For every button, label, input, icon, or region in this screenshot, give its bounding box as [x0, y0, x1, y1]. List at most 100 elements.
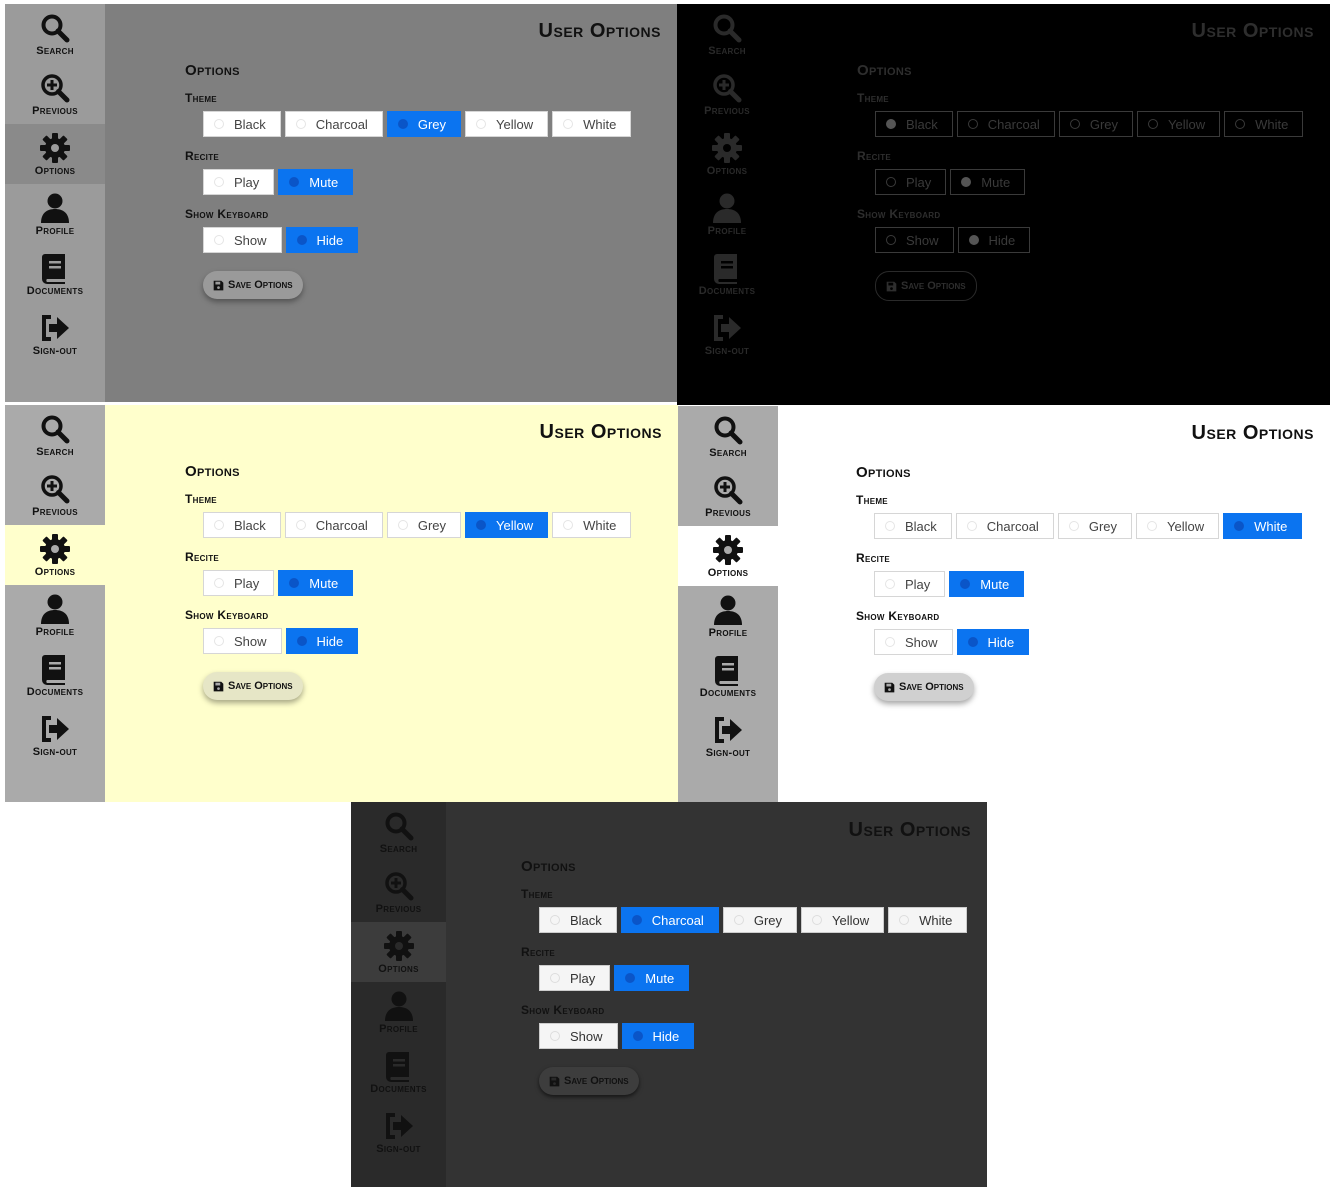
radio-indicator: [625, 973, 636, 983]
option-label: Grey: [753, 912, 782, 928]
option-label: Play: [234, 575, 260, 591]
sidebar-item-label: Sign-out: [376, 1142, 421, 1155]
theme-option-white[interactable]: White: [552, 512, 632, 538]
radio-indicator: [550, 915, 560, 925]
theme-option-black[interactable]: Black: [203, 111, 281, 137]
sidebar-item-documents[interactable]: Documents: [5, 244, 105, 304]
sidebar-item-search[interactable]: Search: [351, 802, 446, 862]
save-options-button[interactable]: Save Options: [874, 673, 974, 701]
panel-grey-theme: Search Previous Options Profile Documents Sig…: [5, 4, 677, 402]
sidebar-item-profile[interactable]: Profile: [351, 982, 446, 1042]
sidebar-item-previous[interactable]: Previous: [351, 862, 446, 922]
sidebar-item-previous[interactable]: Previous: [678, 466, 778, 526]
sidebar: Search Previous Options Profile Documents Sig…: [5, 405, 105, 802]
sidebar-item-documents[interactable]: Documents: [678, 646, 778, 706]
recite-option-play[interactable]: Play: [875, 169, 947, 195]
keyboard-option-show[interactable]: Show: [539, 1023, 618, 1049]
radio-indicator: [632, 1031, 643, 1041]
option-label: Hide: [988, 232, 1016, 248]
keyboard-option-hide[interactable]: Hide: [957, 227, 1031, 253]
sidebar-item-documents[interactable]: Documents: [351, 1042, 446, 1102]
theme-option-white[interactable]: White: [888, 907, 968, 933]
sidebar-item-sign-out[interactable]: Sign-out: [678, 706, 778, 766]
recite-option-mute[interactable]: Mute: [950, 169, 1026, 195]
sidebar-item-options[interactable]: Options: [351, 922, 446, 982]
save-options-button[interactable]: Save Options: [203, 271, 303, 299]
save-options-button[interactable]: Save Options: [539, 1067, 639, 1095]
sidebar-item-options[interactable]: Options: [5, 124, 105, 184]
keyboard-option-show[interactable]: Show: [203, 628, 282, 654]
theme-option-charcoal[interactable]: Charcoal: [284, 111, 383, 137]
radio-indicator: [1234, 521, 1245, 531]
sidebar-item-options[interactable]: Options: [677, 124, 777, 184]
sidebar-item-search[interactable]: Search: [678, 406, 778, 466]
sidebar-item-profile[interactable]: Profile: [5, 184, 105, 244]
recite-option-play[interactable]: Play: [203, 169, 275, 195]
sidebar-item-previous[interactable]: Previous: [5, 64, 105, 124]
theme-label: Theme: [856, 493, 888, 507]
recite-option-play[interactable]: Play: [874, 571, 946, 597]
theme-option-grey[interactable]: Grey: [722, 907, 797, 933]
book-icon: [711, 252, 743, 284]
theme-option-charcoal[interactable]: Charcoal: [284, 512, 383, 538]
save-options-label: Save Options: [901, 280, 966, 292]
theme-option-grey[interactable]: Grey: [1058, 111, 1133, 137]
recite-option-mute[interactable]: Mute: [278, 570, 354, 596]
recite-option-mute[interactable]: Mute: [278, 169, 354, 195]
sidebar-item-documents[interactable]: Documents: [677, 244, 777, 304]
sidebar-item-search[interactable]: Search: [677, 4, 777, 64]
keyboard-option-show[interactable]: Show: [875, 227, 954, 253]
theme-option-yellow[interactable]: Yellow: [801, 907, 885, 933]
sidebar-item-options[interactable]: Options: [678, 526, 778, 586]
recite-option-mute[interactable]: Mute: [614, 965, 690, 991]
theme-option-yellow[interactable]: Yellow: [1136, 513, 1220, 539]
theme-option-black[interactable]: Black: [203, 512, 281, 538]
recite-option-mute[interactable]: Mute: [949, 571, 1025, 597]
keyboard-option-hide[interactable]: Hide: [285, 227, 359, 253]
option-label: Yellow: [496, 517, 534, 533]
theme-option-charcoal[interactable]: Charcoal: [955, 513, 1054, 539]
sidebar-item-profile[interactable]: Profile: [5, 585, 105, 645]
save-options-label: Save Options: [899, 681, 964, 693]
sidebar-item-sign-out[interactable]: Sign-out: [5, 304, 105, 364]
keyboard-option-show[interactable]: Show: [874, 629, 953, 655]
keyboard-option-show[interactable]: Show: [203, 227, 282, 253]
theme-option-charcoal[interactable]: Charcoal: [620, 907, 719, 933]
sidebar-item-previous[interactable]: Previous: [5, 465, 105, 525]
sidebar-item-sign-out[interactable]: Sign-out: [677, 304, 777, 364]
keyboard-option-hide[interactable]: Hide: [285, 628, 359, 654]
keyboard-option-hide[interactable]: Hide: [621, 1023, 695, 1049]
save-options-button[interactable]: Save Options: [203, 672, 303, 700]
sidebar-item-documents[interactable]: Documents: [5, 645, 105, 705]
sidebar-item-profile[interactable]: Profile: [678, 586, 778, 646]
recite-option-play[interactable]: Play: [203, 570, 275, 596]
radio-indicator: [397, 119, 408, 129]
recite-option-play[interactable]: Play: [539, 965, 611, 991]
keyboard-option-hide[interactable]: Hide: [956, 629, 1030, 655]
theme-option-charcoal[interactable]: Charcoal: [956, 111, 1055, 137]
theme-option-black[interactable]: Black: [875, 111, 953, 137]
sidebar-item-sign-out[interactable]: Sign-out: [5, 705, 105, 765]
theme-option-grey[interactable]: Grey: [386, 111, 461, 137]
theme-option-white[interactable]: White: [552, 111, 632, 137]
sidebar-item-search[interactable]: Search: [5, 4, 105, 64]
theme-option-grey[interactable]: Grey: [386, 512, 461, 538]
theme-option-black[interactable]: Black: [539, 907, 617, 933]
sidebar-item-options[interactable]: Options: [5, 525, 105, 585]
theme-option-yellow[interactable]: Yellow: [1137, 111, 1221, 137]
save-options-button[interactable]: Save Options: [875, 271, 977, 301]
sidebar-item-previous[interactable]: Previous: [677, 64, 777, 124]
radio-indicator: [214, 636, 224, 646]
radio-indicator: [214, 235, 224, 245]
theme-option-black[interactable]: Black: [874, 513, 952, 539]
option-label: Mute: [981, 174, 1011, 190]
sidebar-item-sign-out[interactable]: Sign-out: [351, 1102, 446, 1162]
sidebar-item-search[interactable]: Search: [5, 405, 105, 465]
theme-option-yellow[interactable]: Yellow: [465, 111, 549, 137]
theme-option-white[interactable]: White: [1223, 513, 1303, 539]
theme-option-yellow[interactable]: Yellow: [465, 512, 549, 538]
keyboard-button-group: Show Hide: [539, 1023, 967, 1049]
theme-option-grey[interactable]: Grey: [1057, 513, 1132, 539]
theme-option-white[interactable]: White: [1224, 111, 1304, 137]
sidebar-item-profile[interactable]: Profile: [677, 184, 777, 244]
